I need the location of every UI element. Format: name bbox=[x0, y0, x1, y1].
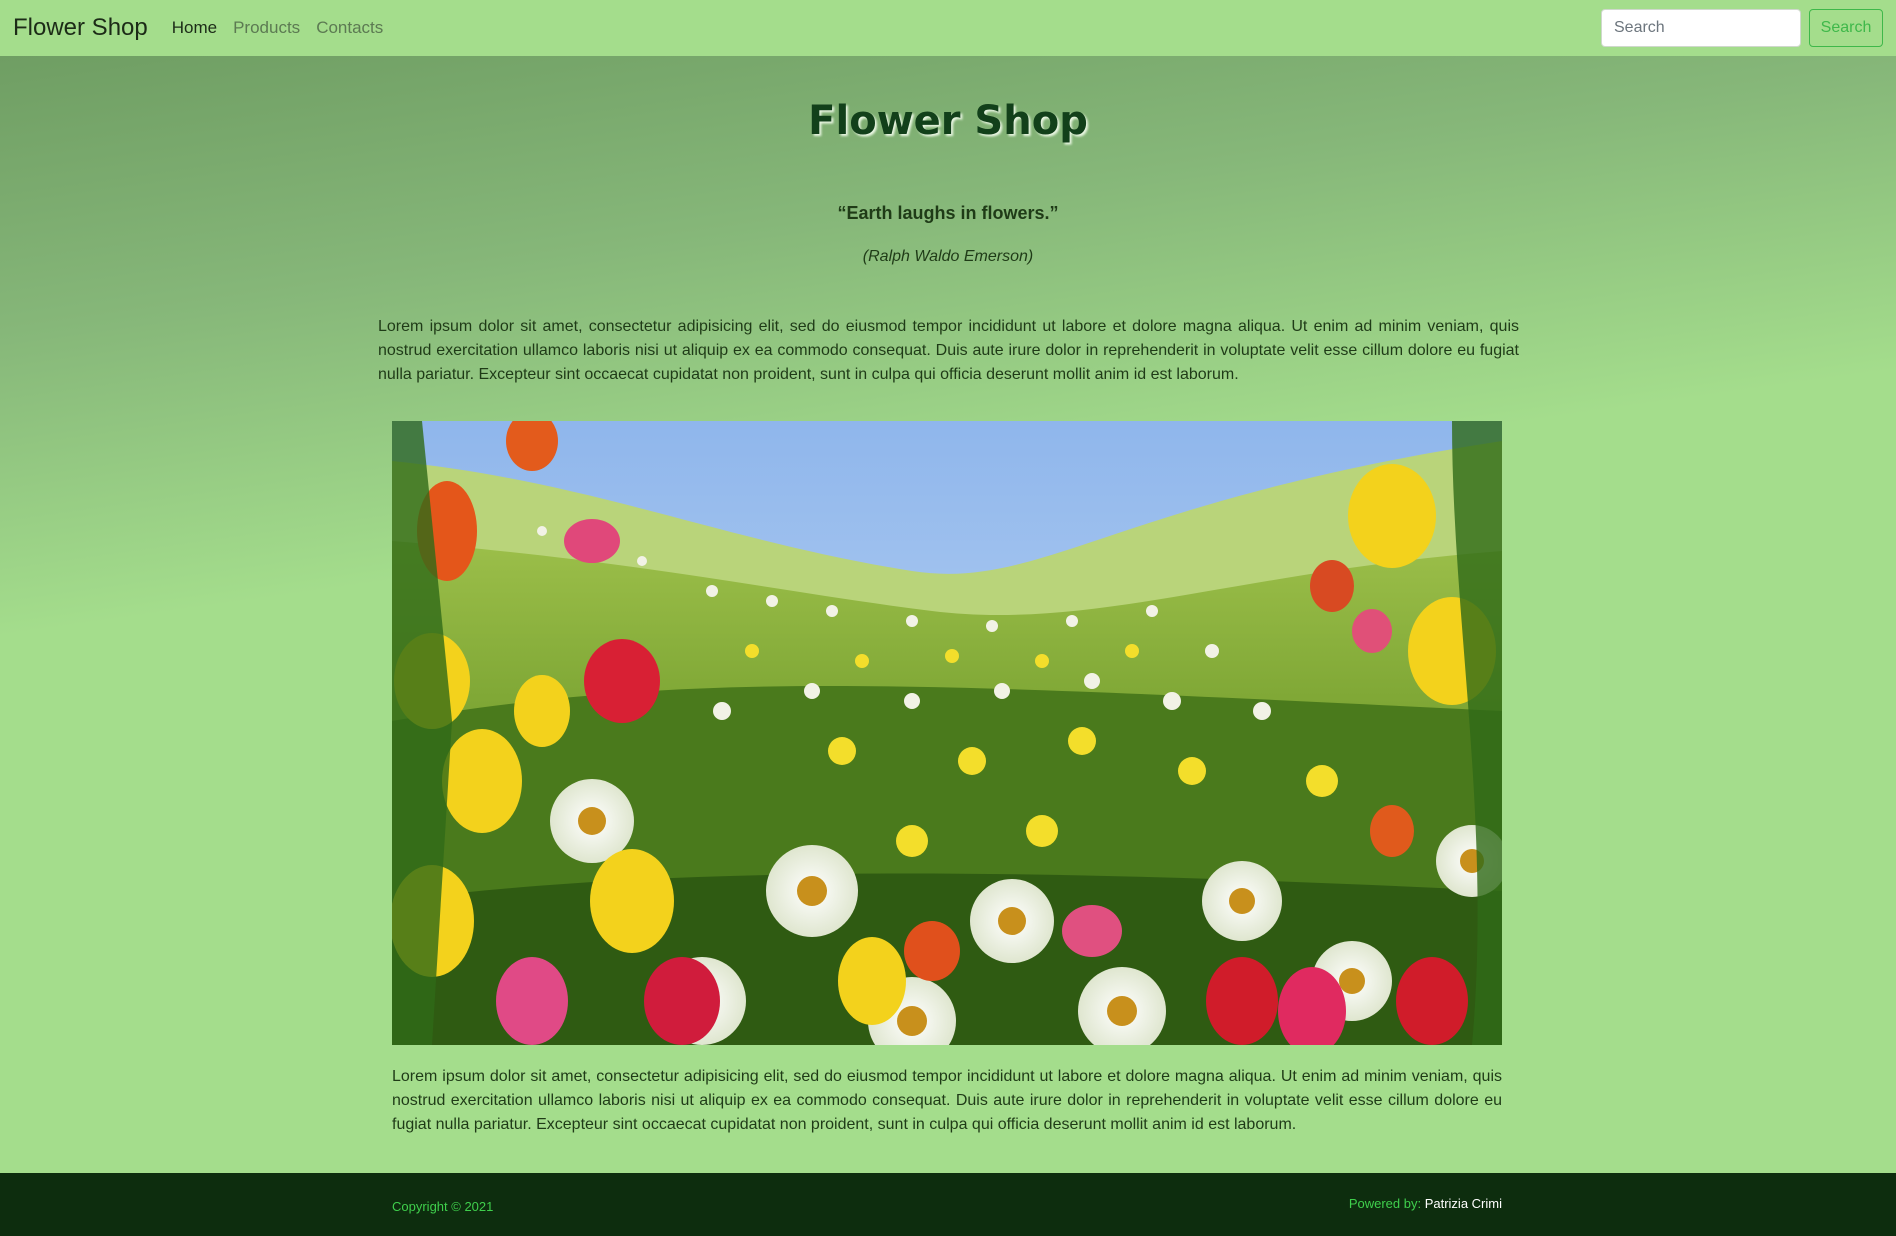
search-form: Search bbox=[1601, 9, 1883, 47]
page-title: Flower Shop bbox=[808, 98, 1088, 144]
flower-meadow-illustration bbox=[392, 421, 1502, 1045]
author-link[interactable]: Patrizia Crimi bbox=[1425, 1196, 1502, 1211]
body-paragraph: Lorem ipsum dolor sit amet, consectetur … bbox=[392, 1068, 1502, 1133]
navbar: Flower Shop Home Products Contacts Searc… bbox=[0, 0, 1896, 56]
quote-author: (Ralph Waldo Emerson) bbox=[862, 248, 1034, 265]
intro-paragraph: Lorem ipsum dolor sit amet, consectetur … bbox=[378, 318, 1519, 383]
powered-by: Powered by: Patrizia Crimi bbox=[1349, 1196, 1502, 1211]
search-button[interactable]: Search bbox=[1809, 9, 1883, 47]
powered-by-label: Powered by: bbox=[1348, 1196, 1422, 1211]
nav-link-contacts[interactable]: Contacts bbox=[316, 18, 383, 38]
search-input[interactable] bbox=[1601, 9, 1801, 47]
nav-link-home[interactable]: Home bbox=[172, 18, 217, 38]
brand-link[interactable]: Flower Shop bbox=[13, 14, 148, 42]
copyright-text: Copyright © 2021 bbox=[392, 1199, 494, 1214]
main-content: Flower Shop “Earth laughs in flowers.” (… bbox=[0, 56, 1896, 1173]
flower-meadow-image bbox=[392, 421, 1502, 1045]
quote-text: “Earth laughs in flowers.” bbox=[837, 203, 1059, 223]
footer: Copyright © 2021 Powered by: Patrizia Cr… bbox=[0, 1173, 1896, 1236]
nav-link-products[interactable]: Products bbox=[233, 18, 300, 38]
